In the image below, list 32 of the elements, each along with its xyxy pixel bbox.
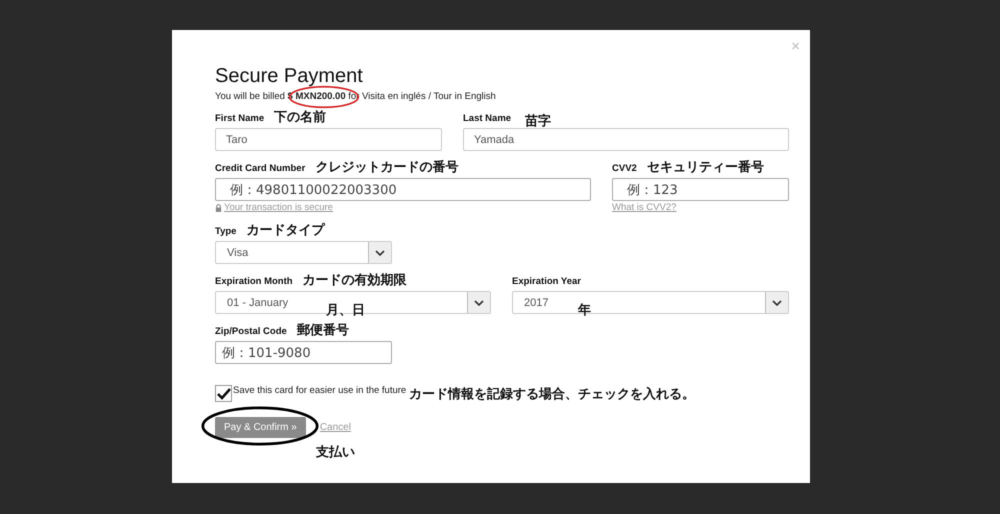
annotation-text: 郵便番号 — [296, 323, 349, 339]
card-type-dropdown[interactable]: Visa — [215, 241, 392, 264]
field-label: Type — [215, 226, 236, 237]
chevron-down-icon — [474, 300, 484, 306]
year-dropdown[interactable]: 2017 年 — [512, 291, 789, 314]
field-label: Expiration Month — [215, 276, 293, 287]
chevron-down-icon — [375, 250, 385, 256]
annotation-text: カードタイプ — [246, 223, 324, 239]
field-label: First Name — [215, 113, 264, 124]
input-field[interactable]: 例：49801100022003300 — [215, 178, 591, 201]
checkbox[interactable] — [215, 385, 232, 402]
input-field[interactable]: Yamada — [463, 128, 789, 151]
input-field[interactable]: 例：123 — [612, 178, 789, 201]
annotation-text: カード情報を記録する場合、チェックを入れる。 — [409, 386, 696, 404]
month-dropdown[interactable]: 01 - January 月、日 — [215, 291, 491, 314]
input-field[interactable]: 例：101-9080 — [215, 341, 392, 364]
field-label: Zip/Postal Code — [215, 326, 287, 337]
annotation-text: セキュリティー番号 — [646, 160, 764, 176]
field-label: CVV2 — [612, 163, 637, 174]
chevron-down-icon — [772, 300, 782, 306]
annotation-text: クレジットカードの番号 — [315, 160, 458, 176]
input-field[interactable]: Taro — [215, 128, 442, 151]
annotation-text: 苗字 — [525, 114, 552, 130]
field-label: Last Name — [463, 113, 512, 124]
field-label: Expiration Year — [512, 276, 581, 287]
annotation-text: カードの有効期限 — [302, 273, 407, 289]
annotation-text: 下の名前 — [274, 110, 326, 126]
checkbox-label: Save this card for easier use in the future — [233, 385, 406, 396]
dialog-title: Secure Payment — [215, 64, 364, 88]
annotation-text: 支払い — [316, 444, 355, 461]
field-label: Credit Card Number — [215, 163, 306, 174]
lock-icon — [215, 204, 222, 212]
